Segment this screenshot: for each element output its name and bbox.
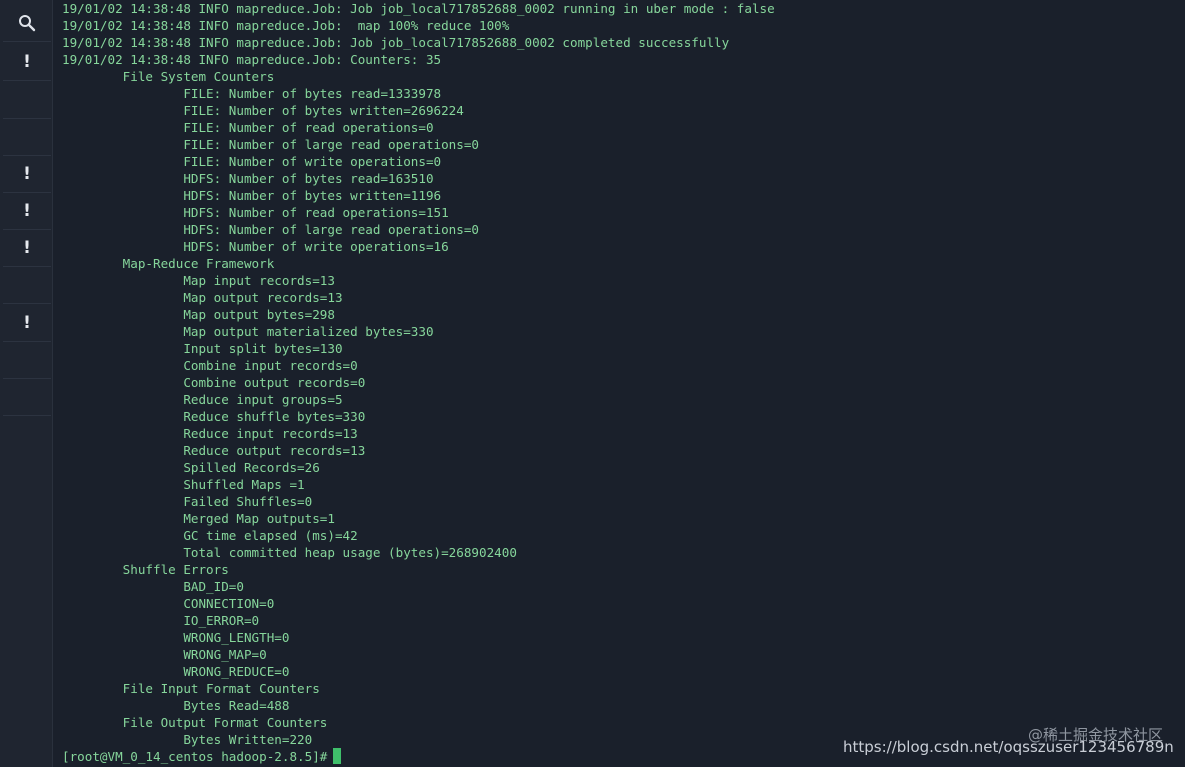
terminal-line: Input split bytes=130 bbox=[62, 341, 343, 356]
sidebar-item[interactable] bbox=[3, 267, 51, 304]
terminal-line: Reduce output records=13 bbox=[62, 443, 366, 458]
terminal-line: FILE: Number of bytes read=1333978 bbox=[62, 86, 442, 101]
terminal-output[interactable]: 19/01/02 14:38:48 INFO mapreduce.Job: Jo… bbox=[62, 0, 1172, 767]
terminal-line: WRONG_LENGTH=0 bbox=[62, 630, 290, 645]
sidebar-item[interactable] bbox=[3, 5, 51, 42]
search-icon bbox=[18, 14, 36, 32]
sidebar-item[interactable]: ! bbox=[3, 230, 51, 267]
terminal-line: Map output records=13 bbox=[62, 290, 343, 305]
terminal-line: HDFS: Number of bytes read=163510 bbox=[62, 171, 434, 186]
text-cursor bbox=[333, 748, 342, 764]
watermark-url: https://blog.csdn.net/oqsszuser123456789… bbox=[843, 738, 1174, 756]
terminal-line: Map output bytes=298 bbox=[62, 307, 335, 322]
terminal-line: Combine input records=0 bbox=[62, 358, 358, 373]
terminal-line: Spilled Records=26 bbox=[62, 460, 320, 475]
sidebar-item[interactable] bbox=[3, 119, 51, 156]
sidebar-item[interactable] bbox=[3, 342, 51, 379]
alert-icon: ! bbox=[23, 238, 31, 258]
terminal-line: GC time elapsed (ms)=42 bbox=[62, 528, 358, 543]
sidebar-item[interactable] bbox=[3, 379, 51, 416]
terminal-line: IO_ERROR=0 bbox=[62, 613, 260, 628]
terminal-line: Merged Map outputs=1 bbox=[62, 511, 335, 526]
terminal-line: HDFS: Number of bytes written=1196 bbox=[62, 188, 442, 203]
terminal-line: HDFS: Number of read operations=151 bbox=[62, 205, 449, 220]
terminal-line: FILE: Number of read operations=0 bbox=[62, 120, 434, 135]
sidebar-item[interactable]: ! bbox=[3, 156, 51, 193]
sidebar-item[interactable]: ! bbox=[3, 44, 51, 81]
shell-prompt-line[interactable]: [root@VM_0_14_centos hadoop-2.8.5]# bbox=[62, 748, 342, 765]
terminal-line: FILE: Number of bytes written=2696224 bbox=[62, 103, 464, 118]
terminal-line: Map input records=13 bbox=[62, 273, 335, 288]
sidebar-gutter: !!!!! bbox=[0, 0, 53, 767]
terminal-line: HDFS: Number of write operations=16 bbox=[62, 239, 449, 254]
terminal-line: File Input Format Counters bbox=[62, 681, 320, 696]
alert-icon: ! bbox=[23, 313, 31, 333]
terminal-line: File System Counters bbox=[62, 69, 275, 84]
terminal-line: 19/01/02 14:38:48 INFO mapreduce.Job: Jo… bbox=[62, 35, 730, 50]
alert-icon: ! bbox=[23, 201, 31, 221]
terminal-line: Map output materialized bytes=330 bbox=[62, 324, 434, 339]
terminal-line: File Output Format Counters bbox=[62, 715, 328, 730]
shell-prompt: [root@VM_0_14_centos hadoop-2.8.5]# bbox=[62, 749, 328, 764]
terminal-line: CONNECTION=0 bbox=[62, 596, 275, 611]
alert-icon: ! bbox=[23, 164, 31, 184]
terminal-line: Reduce input records=13 bbox=[62, 426, 358, 441]
terminal-line: Bytes Written=220 bbox=[62, 732, 313, 747]
terminal-line: Reduce shuffle bytes=330 bbox=[62, 409, 366, 424]
sidebar-item[interactable]: ! bbox=[3, 193, 51, 230]
terminal-line: Failed Shuffles=0 bbox=[62, 494, 313, 509]
terminal-line: 19/01/02 14:38:48 INFO mapreduce.Job: Co… bbox=[62, 52, 442, 67]
sidebar-item[interactable]: ! bbox=[3, 305, 51, 342]
terminal-line: BAD_ID=0 bbox=[62, 579, 244, 594]
terminal-line: 19/01/02 14:38:48 INFO mapreduce.Job: ma… bbox=[62, 18, 510, 33]
terminal-window: !!!!! 19/01/02 14:38:48 INFO mapreduce.J… bbox=[0, 0, 1185, 767]
terminal-line: HDFS: Number of large read operations=0 bbox=[62, 222, 480, 237]
terminal-line: Map-Reduce Framework bbox=[62, 256, 275, 271]
sidebar-item[interactable] bbox=[3, 82, 51, 119]
terminal-line: Combine output records=0 bbox=[62, 375, 366, 390]
terminal-line: FILE: Number of large read operations=0 bbox=[62, 137, 480, 152]
terminal-line: Reduce input groups=5 bbox=[62, 392, 343, 407]
terminal-line: Shuffle Errors bbox=[62, 562, 229, 577]
alert-icon: ! bbox=[23, 52, 31, 72]
terminal-line: Bytes Read=488 bbox=[62, 698, 290, 713]
terminal-line: Total committed heap usage (bytes)=26890… bbox=[62, 545, 517, 560]
terminal-line: WRONG_MAP=0 bbox=[62, 647, 267, 662]
terminal-line: WRONG_REDUCE=0 bbox=[62, 664, 290, 679]
terminal-line: Shuffled Maps =1 bbox=[62, 477, 305, 492]
terminal-line: 19/01/02 14:38:48 INFO mapreduce.Job: Jo… bbox=[62, 1, 775, 16]
terminal-line: FILE: Number of write operations=0 bbox=[62, 154, 442, 169]
